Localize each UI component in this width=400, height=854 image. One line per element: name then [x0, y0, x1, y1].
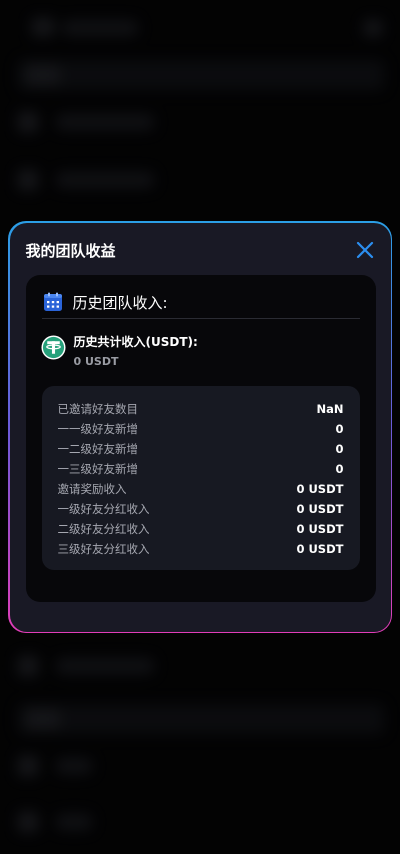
- stat-row-level1-dividend: 一级好友分红收入 0 USDT: [42, 499, 360, 519]
- modal-body: 我的团队收益 历史团队收入: 历史共计收入(USDT): 0 USDT 已邀请好…: [9, 222, 391, 632]
- divider: [41, 317, 360, 319]
- stat-value: 0 USDT: [296, 481, 344, 496]
- stat-value: 0: [335, 461, 344, 476]
- stat-label: 一二级好友新增: [57, 441, 139, 456]
- stat-row-level2-new: 一二级好友新增 0: [42, 439, 360, 459]
- total-value: 0 USDT: [73, 354, 119, 368]
- stat-row-level3-dividend: 三级好友分红收入 0 USDT: [42, 539, 360, 559]
- close-button[interactable]: [355, 240, 375, 260]
- stat-row-level3-new: 一三级好友新增 0: [42, 459, 360, 479]
- stat-value: 0 USDT: [296, 541, 344, 556]
- modal-title: 我的团队收益: [25, 241, 116, 260]
- card-heading: 历史团队收入:: [72, 293, 168, 312]
- stat-value: 0 USDT: [296, 501, 344, 516]
- total-income: 历史共计收入(USDT): 0 USDT: [40, 334, 198, 368]
- close-icon: [356, 241, 373, 258]
- stat-row-level1-new: 一一级好友新增 0: [42, 419, 360, 439]
- total-text: 历史共计收入(USDT): 0 USDT: [74, 335, 198, 368]
- stat-label: 二级好友分红收入: [57, 521, 150, 536]
- stat-row-invite-reward: 邀请奖励收入 0 USDT: [42, 479, 360, 499]
- calendar-icon: [43, 292, 62, 311]
- stat-label: 已邀请好友数目: [57, 401, 139, 416]
- stat-label: 一三级好友新增: [57, 461, 139, 476]
- stat-row-level2-dividend: 二级好友分红收入 0 USDT: [42, 519, 360, 539]
- stat-value: 0: [335, 441, 344, 456]
- stat-label: 一一级好友新增: [57, 421, 139, 436]
- usdt-icon: [40, 334, 66, 360]
- stat-label: 三级好友分红收入: [57, 541, 150, 556]
- stat-row-invited: 已邀请好友数目 NaN: [42, 399, 360, 419]
- total-label: 历史共计收入(USDT):: [73, 334, 198, 349]
- stat-label: 邀请奖励收入: [57, 481, 127, 496]
- stat-label: 一级好友分红收入: [57, 501, 150, 516]
- card-header: 历史团队收入:: [43, 292, 168, 313]
- history-income-card: 历史团队收入: 历史共计收入(USDT): 0 USDT 已邀请好友数目 NaN…: [25, 274, 376, 602]
- stats-panel: 已邀请好友数目 NaN 一一级好友新增 0 一二级好友新增 0 一三级好友新增 …: [41, 385, 360, 570]
- stat-value: NaN: [316, 401, 344, 416]
- stat-value: 0 USDT: [296, 521, 344, 536]
- page: 我的团队收益 历史团队收入: 历史共计收入(USDT): 0 USDT 已邀请好…: [0, 0, 400, 854]
- stat-value: 0: [335, 421, 344, 436]
- team-earnings-modal: 我的团队收益 历史团队收入: 历史共计收入(USDT): 0 USDT 已邀请好…: [8, 221, 392, 633]
